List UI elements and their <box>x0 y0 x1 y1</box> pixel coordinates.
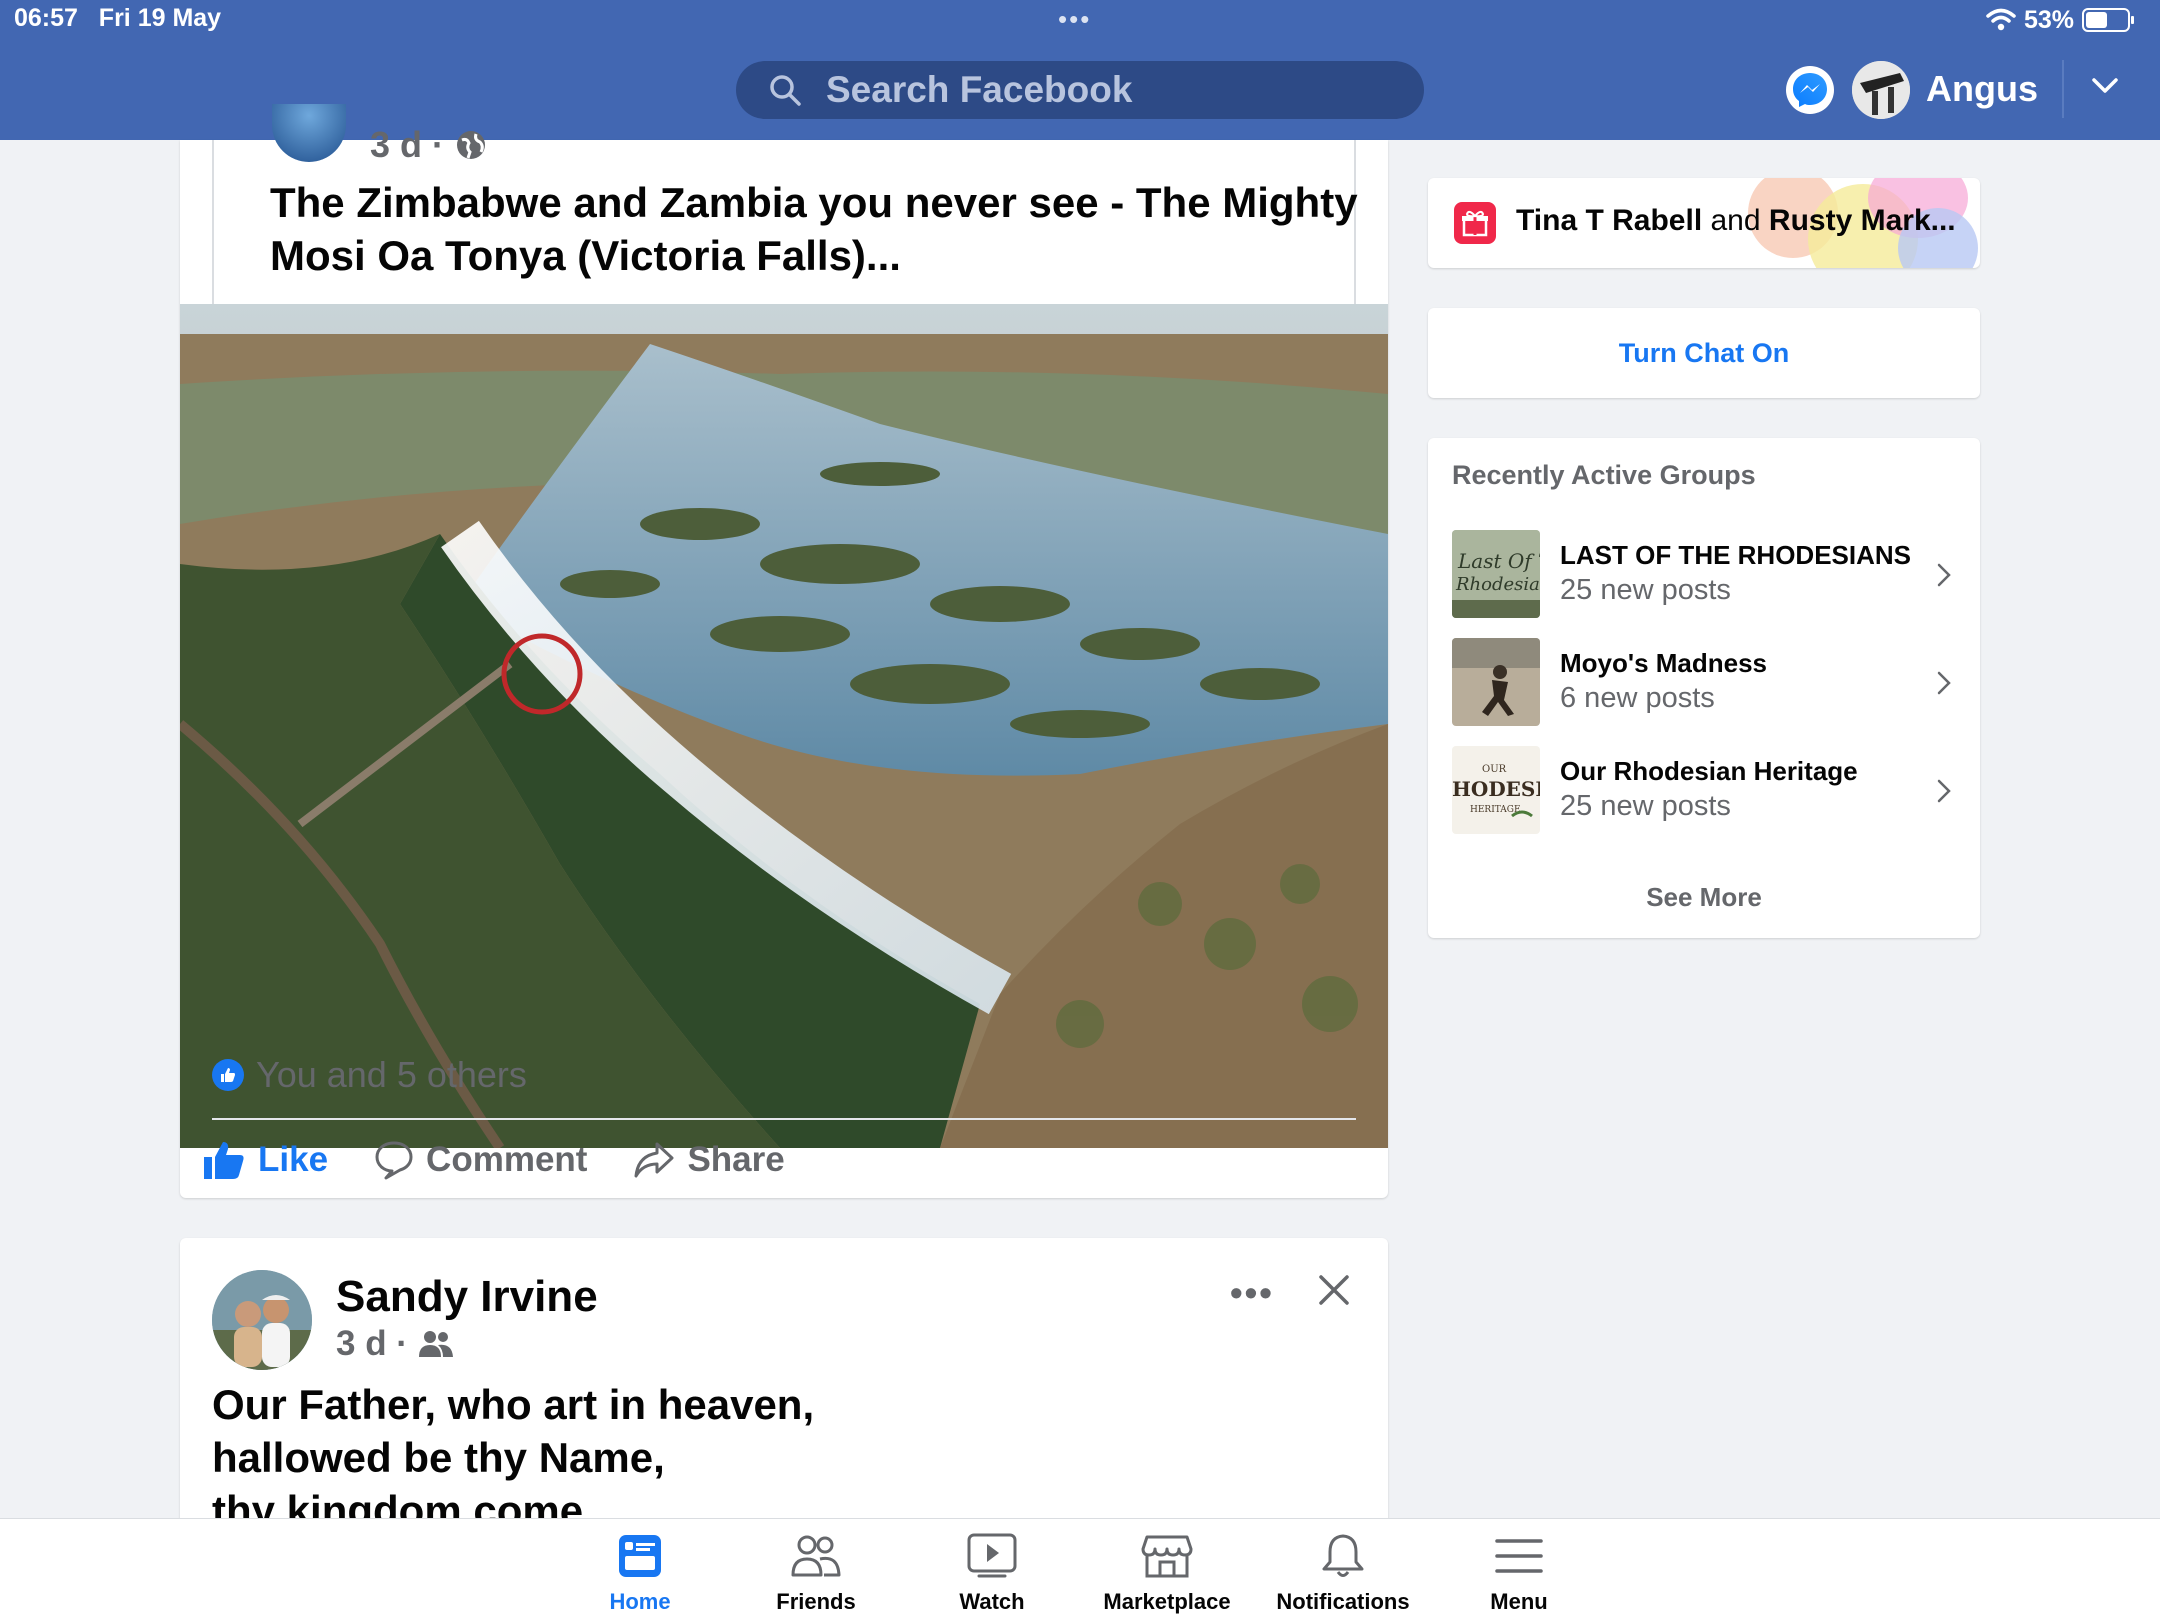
post-time[interactable]: 3 d · <box>370 124 444 166</box>
share-label: Share <box>687 1140 785 1179</box>
chevron-right-icon <box>1937 671 1951 695</box>
wifi-icon <box>1986 8 2016 31</box>
birthday-name: Tina T Rabell <box>1516 204 1703 237</box>
post-time[interactable]: 3 d · <box>336 1324 408 1364</box>
share-button[interactable]: Share <box>633 1140 785 1180</box>
share-icon <box>634 1142 674 1178</box>
status-time: 06:57 <box>14 4 78 32</box>
chevron-right-icon <box>1937 779 1951 803</box>
gift-icon <box>1454 202 1496 244</box>
post-card: 3 d · The Zimbabwe and Zambia you never … <box>180 104 1388 1198</box>
comment-icon <box>375 1141 413 1180</box>
divider <box>212 1118 1356 1120</box>
status-indicators: 53% <box>1986 4 2134 36</box>
birthday-card[interactable]: Tina T Rabell and Rusty Mark... <box>1428 178 1980 268</box>
page-avatar[interactable] <box>272 104 346 162</box>
bottom-navigation: Home Friends Watch Marketplace Notificat… <box>0 1518 2160 1620</box>
birthday-name: Rusty Mark... <box>1768 204 1956 237</box>
group-thumbnail: Last Of Th Rhodesians <box>1452 530 1540 618</box>
like-label: Like <box>258 1140 329 1179</box>
search-icon <box>770 75 801 106</box>
status-date: Fri 19 May <box>98 4 222 32</box>
nav-marketplace-label: Marketplace <box>1103 1589 1231 1614</box>
multitasking-dots-icon[interactable]: ••• <box>1058 4 1091 35</box>
chevron-right-icon <box>1937 563 1951 587</box>
battery-percent: 53% <box>2023 5 2074 34</box>
post-meta: 3 d · <box>336 1324 454 1364</box>
nav-home-label: Home <box>609 1589 671 1614</box>
nav-notifications-label: Notifications <box>1276 1589 1410 1614</box>
bell-icon <box>1322 1534 1364 1577</box>
svg-text:Rhodesians: Rhodesians <box>1455 574 1540 595</box>
like-reaction-icon <box>212 1059 244 1091</box>
search-bar[interactable]: Search Facebook <box>736 61 1424 119</box>
nav-menu-label: Menu <box>1490 1589 1548 1614</box>
group-posts-count: 6 new posts <box>1560 682 1715 714</box>
chevron-down-icon[interactable] <box>2090 76 2120 96</box>
friends-icon <box>791 1535 841 1577</box>
svg-text:Last Of Th: Last Of Th <box>1457 549 1540 573</box>
svg-text:OUR: OUR <box>1482 764 1507 775</box>
home-feed-icon <box>619 1535 661 1577</box>
group-posts-count: 25 new posts <box>1560 790 1731 822</box>
divider <box>2062 60 2064 118</box>
group-thumbnail <box>1452 638 1540 726</box>
status-time-date: 06:57 Fri 19 May <box>14 4 221 33</box>
close-icon[interactable] <box>1318 1274 1350 1306</box>
battery-icon <box>2082 8 2134 32</box>
profile-name[interactable]: Angus <box>1926 68 2038 110</box>
victoria-falls-photo[interactable] <box>180 304 1388 1148</box>
more-options-icon[interactable]: ••• <box>1230 1272 1274 1314</box>
battery-fill <box>2086 12 2108 28</box>
author-avatar[interactable] <box>212 1270 312 1370</box>
watch-icon <box>967 1533 1017 1578</box>
nav-home[interactable]: Home <box>552 1533 728 1615</box>
nav-friends-label: Friends <box>776 1589 856 1614</box>
post-text-line: hallowed be thy Name, <box>212 1434 665 1481</box>
group-name: Our Rhodesian Heritage <box>1560 756 1858 786</box>
recent-groups-card: Recently Active Groups Last Of Th Rhodes… <box>1428 438 1980 938</box>
profile-avatar[interactable] <box>1852 61 1910 119</box>
group-item[interactable]: OUR HODESIA HERITAGE Our Rhodesian Herit… <box>1452 746 1962 834</box>
nav-marketplace[interactable]: Marketplace <box>1079 1533 1255 1615</box>
nav-friends[interactable]: Friends <box>728 1533 904 1615</box>
reactions-summary[interactable]: You and 5 others <box>212 1054 527 1096</box>
messenger-icon <box>1793 73 1827 107</box>
hamburger-menu-icon <box>1495 1539 1543 1573</box>
group-item[interactable]: Moyo's Madness 6 new posts <box>1452 638 1962 726</box>
post-title[interactable]: The Zimbabwe and Zambia you never see - … <box>270 176 1370 282</box>
birthday-joiner: and <box>1710 204 1761 237</box>
thumbs-up-icon <box>204 1142 244 1179</box>
groups-title: Recently Active Groups <box>1452 460 1756 490</box>
see-more-button[interactable]: See More <box>1428 882 1980 913</box>
search-input[interactable]: Search Facebook <box>826 69 1132 111</box>
nav-watch-label: Watch <box>959 1589 1025 1614</box>
turn-chat-on-button[interactable]: Turn Chat On <box>1619 338 1789 369</box>
group-item[interactable]: Last Of Th Rhodesians LAST OF THE RHODES… <box>1452 530 1962 618</box>
post-text[interactable]: Our Father, who art in heaven, hallowed … <box>212 1378 1112 1537</box>
friends-audience-icon <box>418 1331 453 1357</box>
nav-notifications[interactable]: Notifications <box>1255 1533 1431 1615</box>
nav-watch[interactable]: Watch <box>904 1533 1080 1615</box>
comment-label: Comment <box>426 1140 588 1179</box>
messenger-button[interactable] <box>1786 66 1834 114</box>
group-name: Moyo's Madness <box>1560 648 1768 678</box>
group-name: LAST OF THE RHODESIANS <box>1560 540 1912 570</box>
group-thumbnail: OUR HODESIA HERITAGE <box>1452 746 1540 834</box>
post-actions: Like Comment Share <box>202 1132 831 1188</box>
like-button[interactable]: Like <box>202 1139 328 1181</box>
post-meta: 3 d · <box>370 124 488 166</box>
comment-button[interactable]: Comment <box>374 1140 587 1180</box>
reactions-count[interactable]: You and 5 others <box>256 1054 527 1096</box>
post-text-line: Our Father, who art in heaven, <box>212 1381 815 1428</box>
group-posts-count: 25 new posts <box>1560 574 1731 606</box>
birthday-text[interactable]: Tina T Rabell and Rusty Mark... <box>1516 204 1956 238</box>
author-name[interactable]: Sandy Irvine <box>336 1272 598 1322</box>
nav-menu[interactable]: Menu <box>1431 1533 1607 1615</box>
globe-icon <box>457 131 486 159</box>
svg-text:HODESIA: HODESIA <box>1452 777 1540 801</box>
chat-card: Turn Chat On <box>1428 308 1980 398</box>
marketplace-icon <box>1141 1535 1193 1578</box>
